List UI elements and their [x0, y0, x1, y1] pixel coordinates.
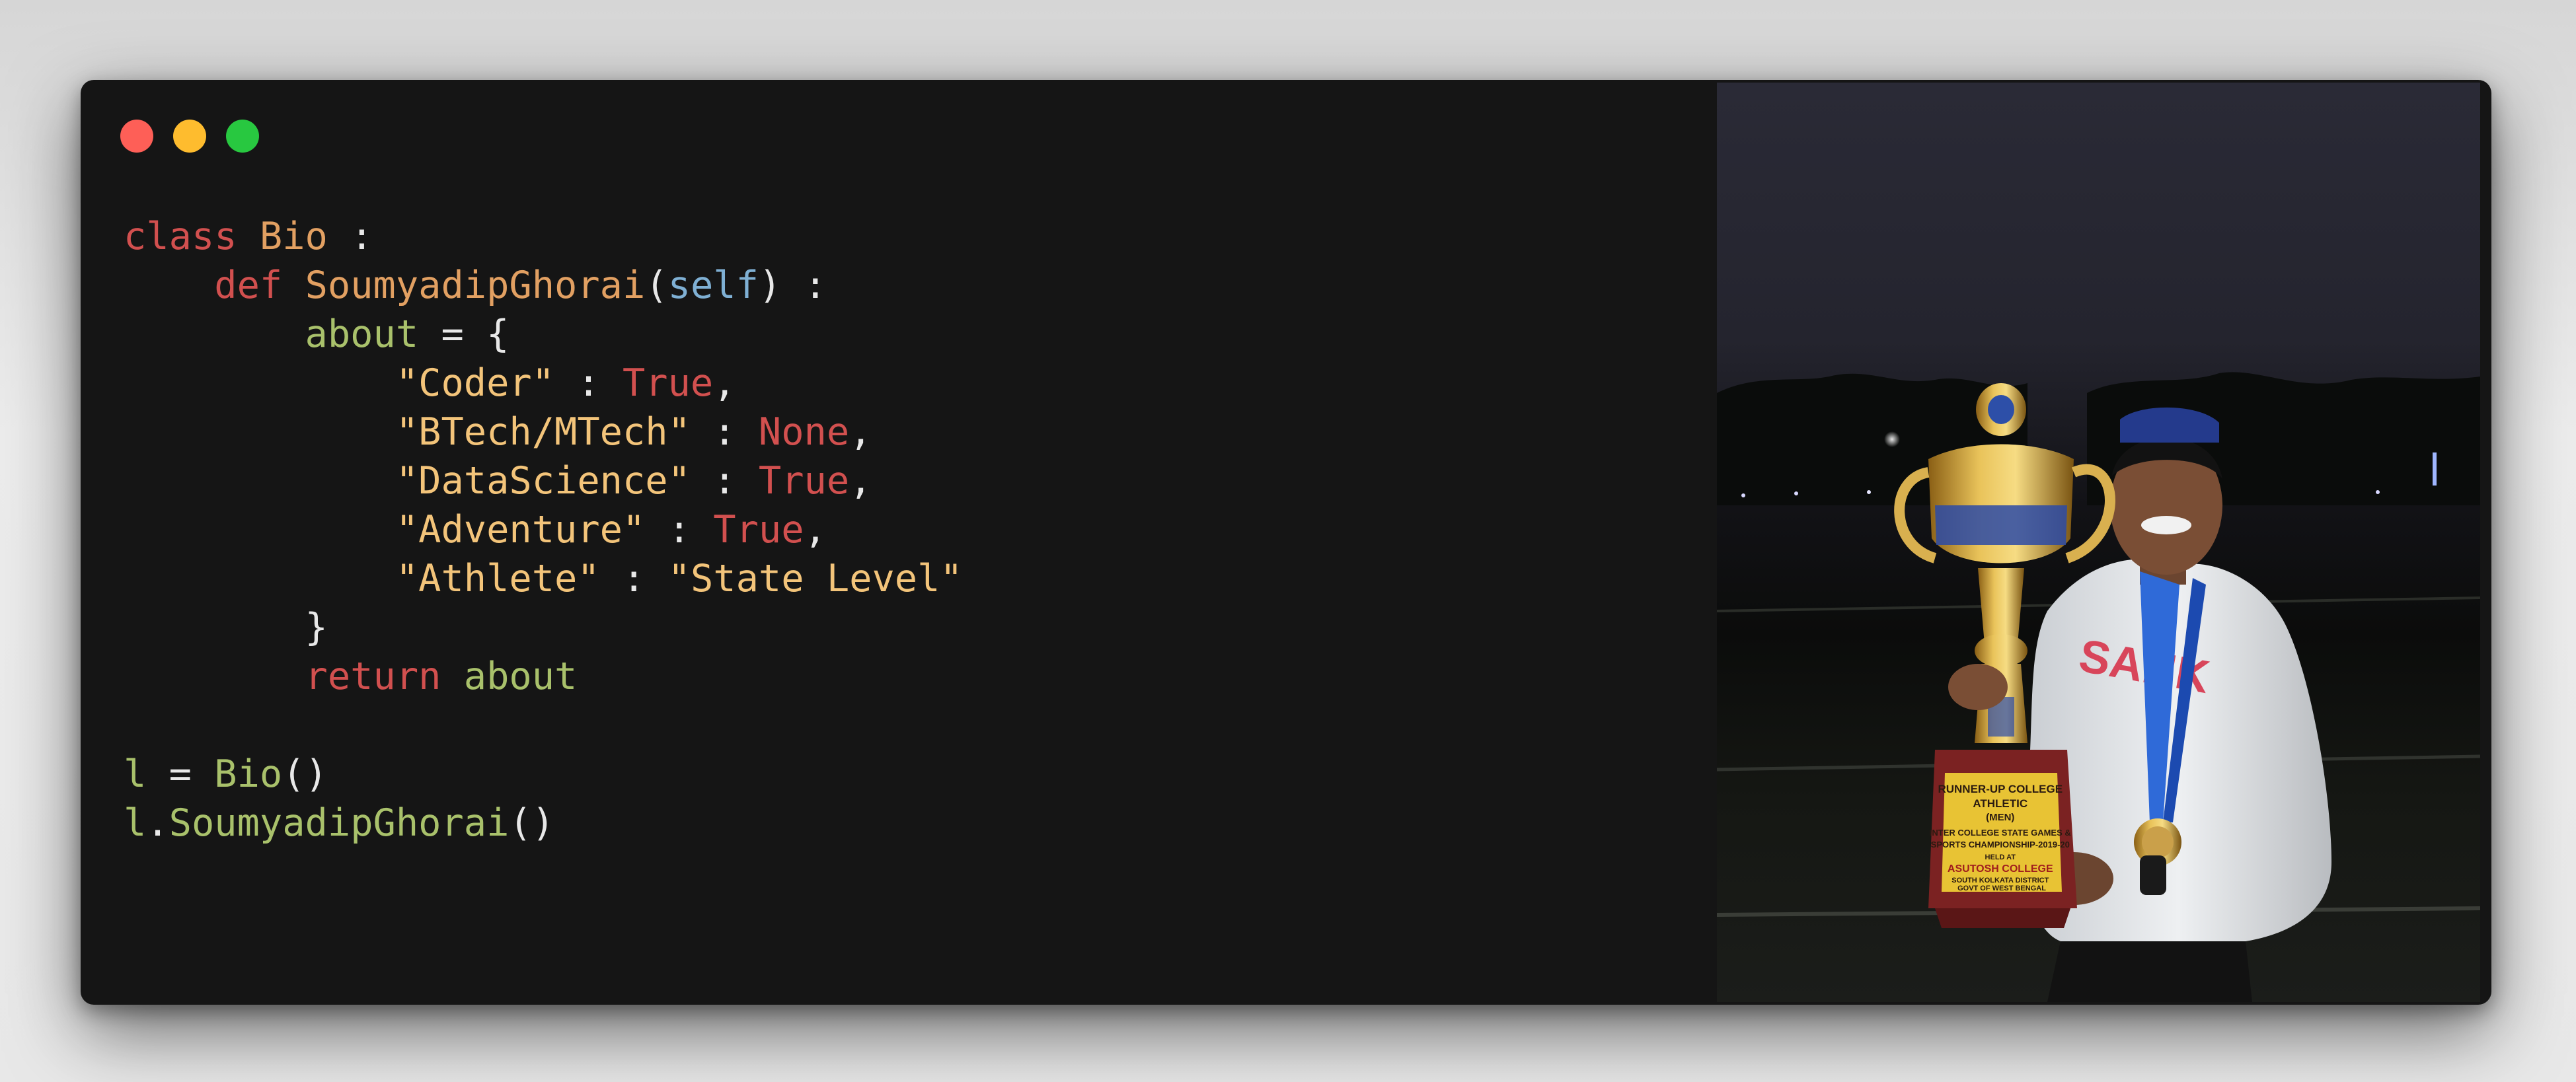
code-line-7: "Adventure" : True, [395, 508, 827, 552]
code-line-12: l = Bio() [124, 752, 328, 796]
code-line-8: "Athlete" : "State Level" [395, 557, 963, 600]
photo-illustration: SANK [1717, 372, 2480, 1002]
code-line-1: class Bio : [124, 215, 373, 258]
code-block: class Bio : def SoumyadipGhorai(self) : … [124, 212, 963, 848]
close-dot-icon[interactable] [120, 120, 153, 153]
code-line-10: return about [305, 655, 578, 698]
code-line-13: l.SoumyadipGhorai() [124, 801, 555, 845]
code-line-5: "BTech/MTech" : None, [395, 410, 872, 454]
window-controls [120, 120, 259, 153]
maximize-dot-icon[interactable] [226, 120, 259, 153]
code-line-9: } [305, 606, 328, 649]
code-line-2: def SoumyadipGhorai(self) : [214, 264, 827, 307]
profile-photo: SANK [1717, 83, 2480, 1002]
code-line-6: "DataScience" : True, [395, 459, 872, 503]
code-line-4: "Coder" : True, [395, 361, 736, 405]
minimize-dot-icon[interactable] [173, 120, 206, 153]
code-window: class Bio : def SoumyadipGhorai(self) : … [81, 80, 2491, 1005]
code-line-3: about = { [305, 312, 510, 356]
